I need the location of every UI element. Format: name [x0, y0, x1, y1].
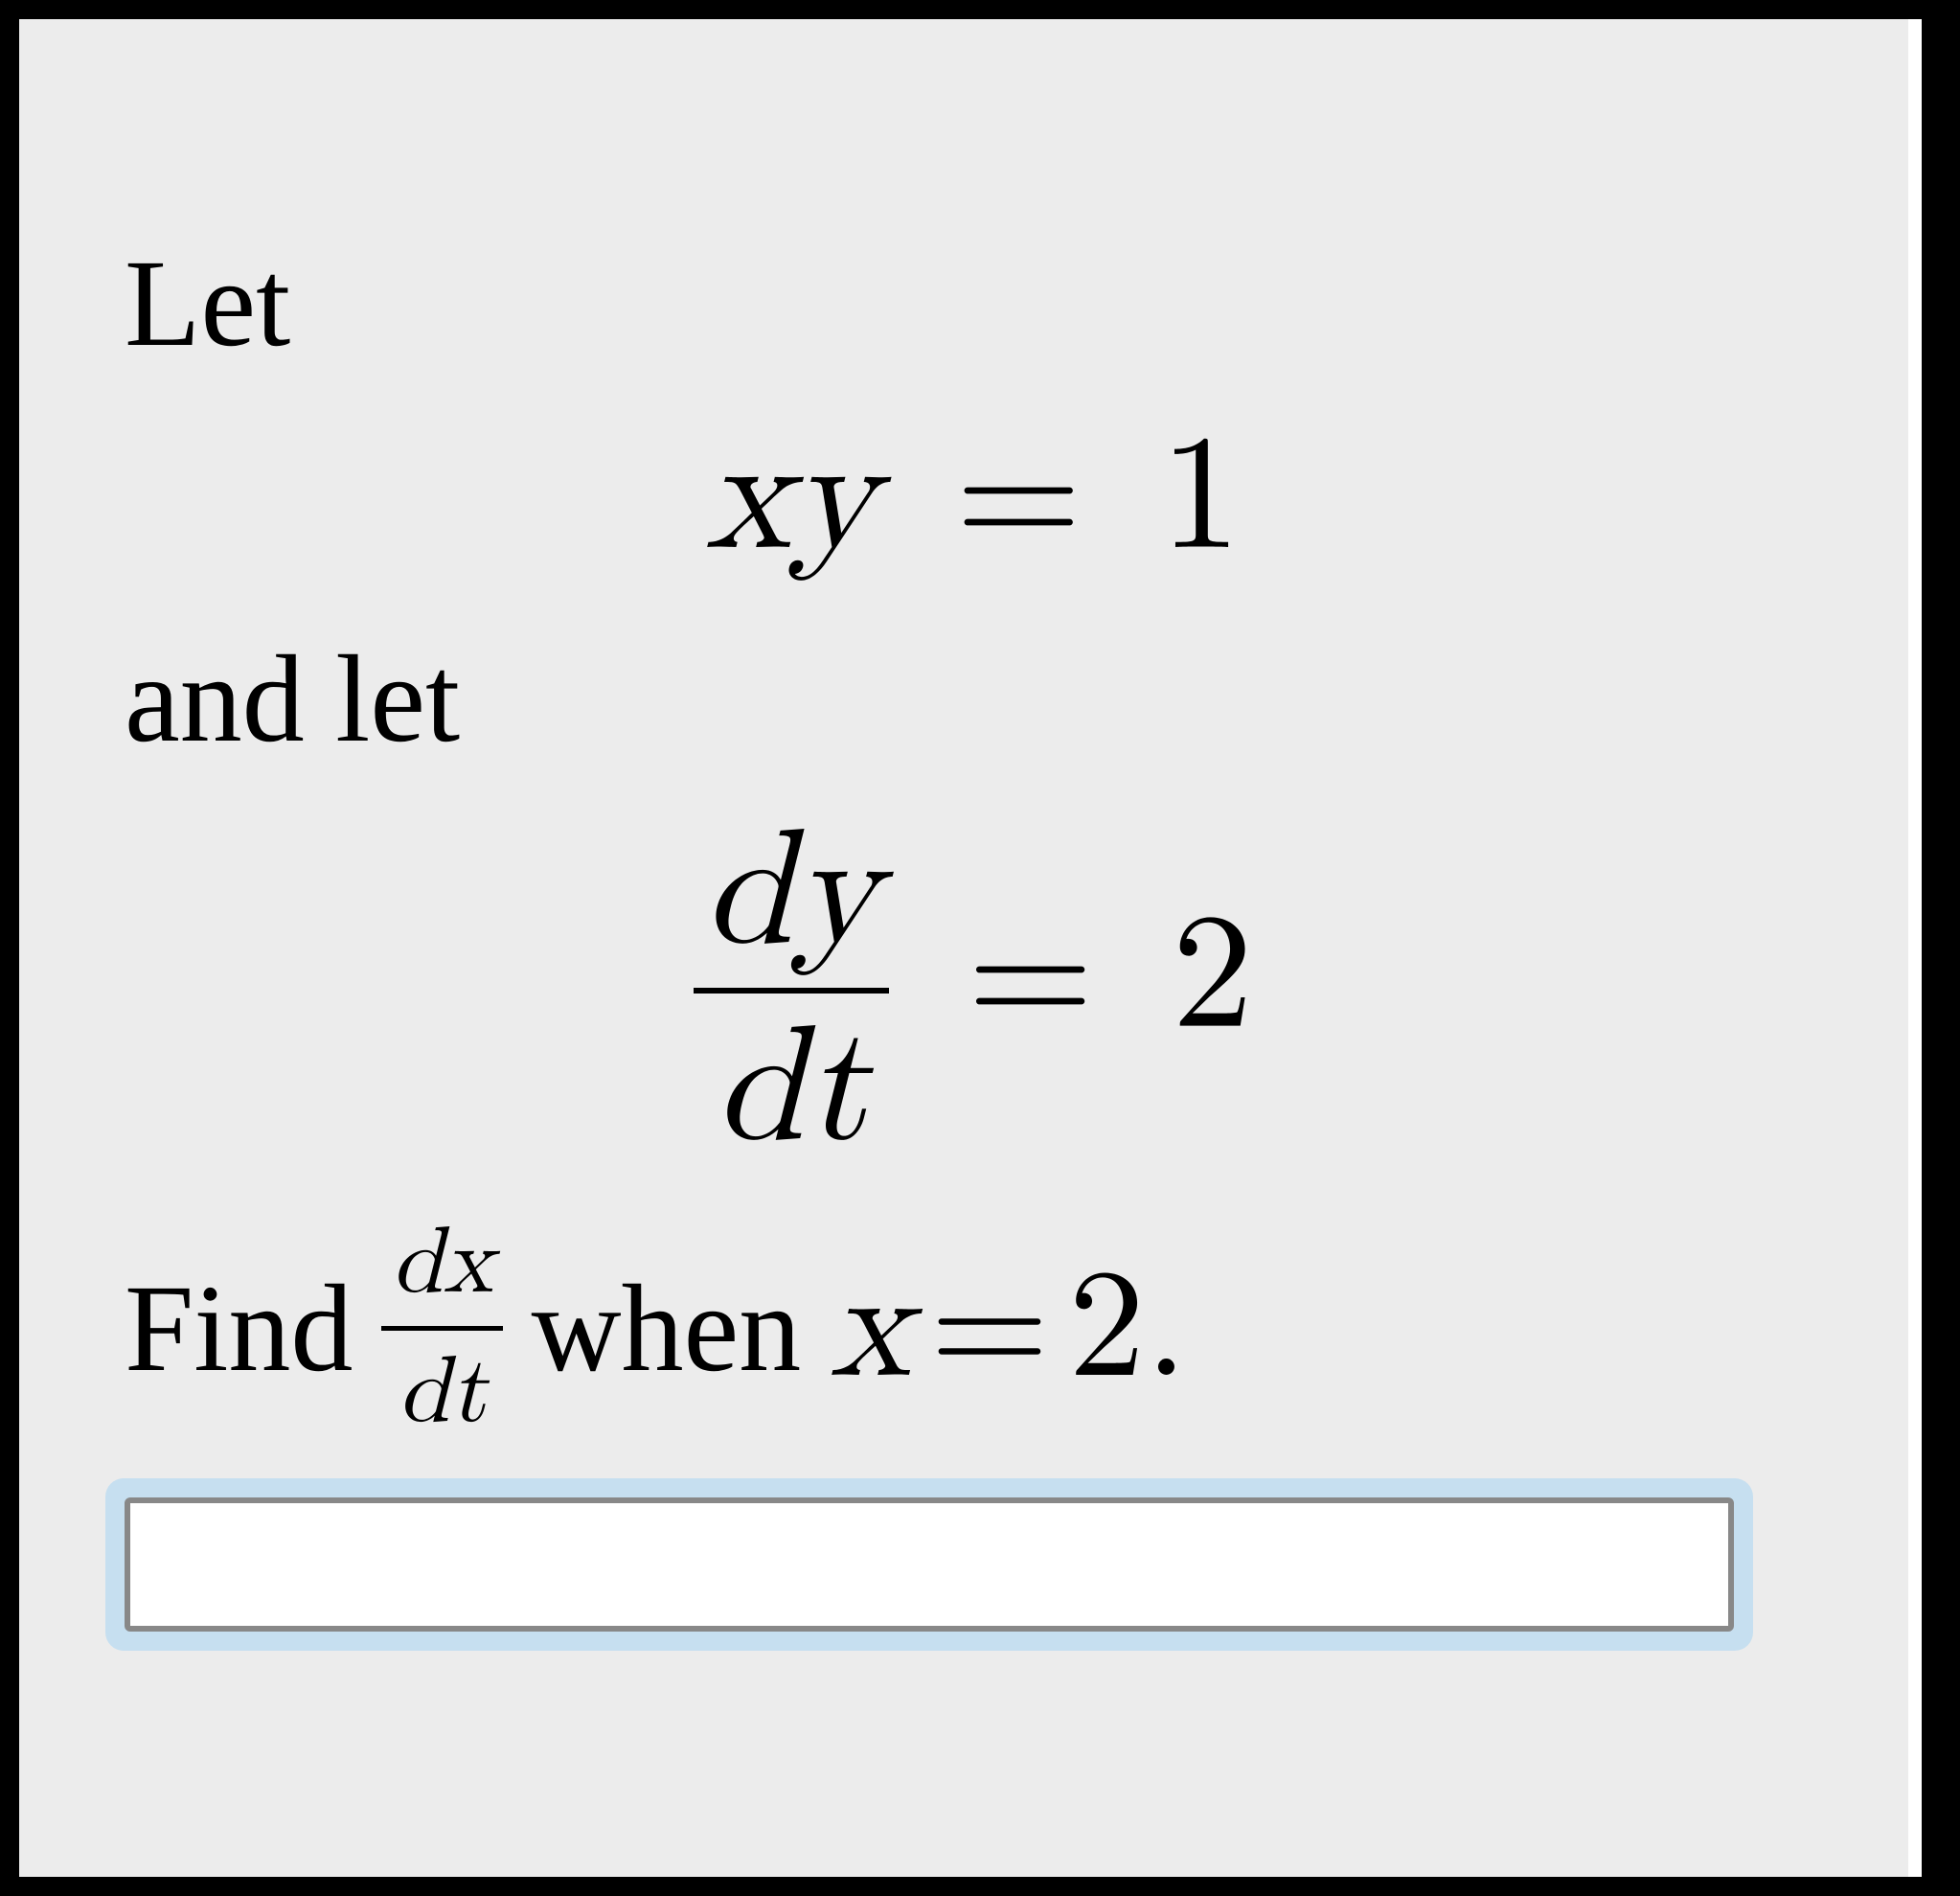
find-line: Find dx dt when x=2. — [125, 1207, 1822, 1450]
fraction-numerator: dx — [381, 1207, 502, 1326]
condition-var: x — [830, 1252, 910, 1405]
fraction-dx-dt: dx dt — [381, 1207, 502, 1450]
when-label: when — [532, 1257, 802, 1401]
eq2-rhs: 2 — [1172, 895, 1253, 1058]
fraction-dy-dt: dy dt — [694, 803, 889, 1178]
equation-1: xy = 1 — [125, 408, 1822, 587]
answer-input[interactable] — [125, 1497, 1734, 1632]
equation-2: dy dt = 2 — [125, 803, 1822, 1178]
condition-expr: x=2. — [830, 1237, 1187, 1421]
problem-panel: Let xy = 1 and let dy dt = 2 Find dx dt … — [19, 19, 1922, 1877]
and-let-label: and let — [125, 616, 1822, 785]
eq1-lhs: xy — [705, 416, 877, 579]
equals-sign: = — [968, 895, 1094, 1058]
let-label: Let — [125, 220, 1822, 389]
period: . — [1145, 1252, 1187, 1405]
find-label: Find — [125, 1257, 353, 1401]
fraction-denominator: dt — [694, 988, 889, 1178]
fraction-numerator: dy — [694, 803, 889, 988]
fraction-denominator: dt — [381, 1326, 502, 1450]
condition-val: 2 — [1068, 1252, 1145, 1405]
find-fraction: dx dt — [381, 1207, 502, 1450]
eq1-rhs: 1 — [1160, 416, 1242, 579]
equals-sign: = — [930, 1252, 1049, 1405]
equals-sign: = — [955, 416, 1082, 579]
